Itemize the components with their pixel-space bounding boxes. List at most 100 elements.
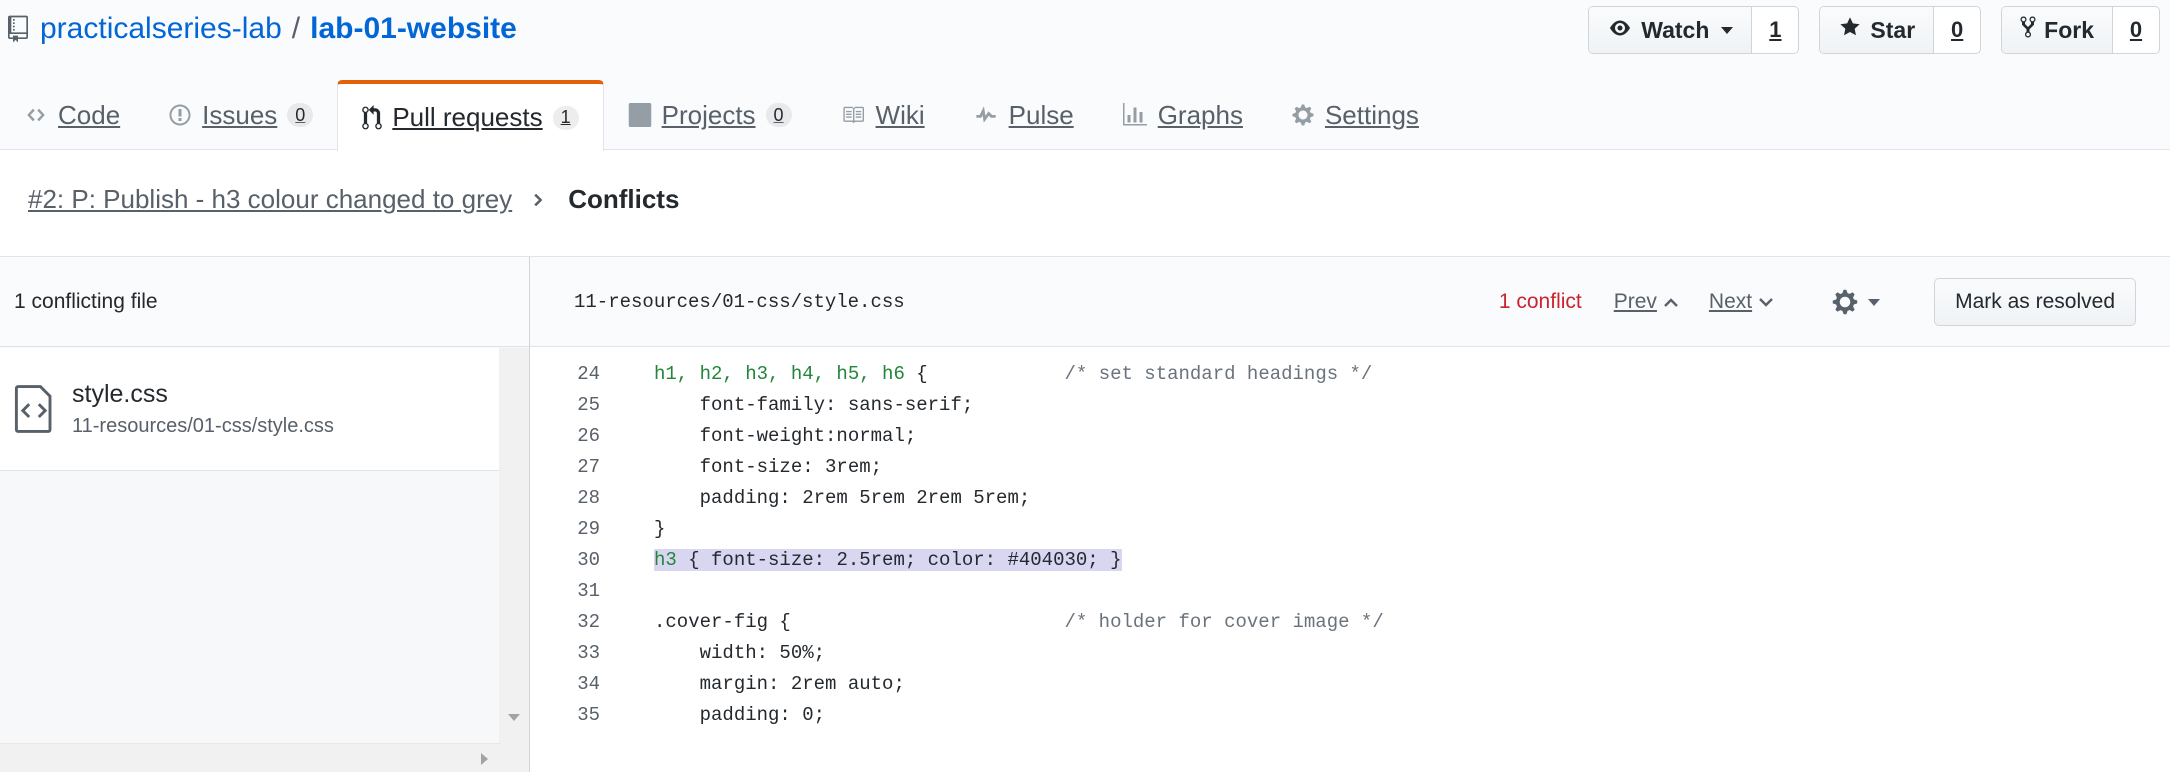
eye-icon <box>1607 17 1633 44</box>
repo-icon <box>8 14 30 44</box>
issue-icon <box>169 104 191 126</box>
code-selector: h1, h2, h3, h4, h5, h6 <box>654 362 905 385</box>
mark-as-resolved-button[interactable]: Mark as resolved <box>1934 278 2136 326</box>
code-line: 25 font-family: sans-serif; <box>530 389 2170 420</box>
code-token: padding: 2rem 5rem 2rem 5rem; <box>654 486 1031 509</box>
code-token: width: 50%; <box>654 641 826 664</box>
tab-label: Pull requests <box>392 102 543 132</box>
tab-settings[interactable]: Settings <box>1267 80 1443 150</box>
pull-request-link[interactable]: #2: P: Publish - h3 colour changed to gr… <box>28 184 512 215</box>
code-text: padding: 0; <box>600 704 825 726</box>
fork-icon <box>2020 15 2036 45</box>
repo-separator: / <box>291 12 301 45</box>
line-number: 29 <box>577 517 600 540</box>
chevron-down-icon <box>1868 298 1881 306</box>
conflicting-files-count: 1 conflicting file <box>0 257 529 347</box>
code-token: font-weight:normal; <box>654 424 917 447</box>
code-text: h3 { font-size: 2.5rem; color: #404030; … <box>600 548 1122 571</box>
conflict-resolver: 1 conflicting file style.css 11-resource… <box>0 256 2170 772</box>
star-button[interactable]: Star <box>1820 7 1935 53</box>
code-line: 27 font-size: 3rem; <box>530 451 2170 482</box>
code-comment: /* holder for cover image */ <box>1064 610 1384 633</box>
code-text: font-family: sans-serif; <box>600 393 974 416</box>
code-text: margin: 2rem auto; <box>600 673 905 695</box>
tab-label: Graphs <box>1157 99 1243 130</box>
repo-name-link[interactable]: lab-01-website <box>310 12 517 46</box>
fork-count[interactable]: 0 <box>2113 7 2159 53</box>
tab-pulse[interactable]: Pulse <box>949 80 1098 150</box>
code-line: 33 width: 50%; <box>530 637 2170 668</box>
code-token: { font-size: 2.5rem; color: #404030; } <box>676 548 1122 571</box>
tab-label: Projects <box>661 99 756 130</box>
code-text: font-weight:normal; <box>600 424 917 447</box>
code-line: 24 h1, h2, h3, h4, h5, h6 { /* set standa… <box>530 358 2170 389</box>
chevron-down-icon <box>1721 26 1734 34</box>
code-line: 29} <box>530 513 2170 544</box>
scroll-down-arrow-icon[interactable] <box>508 714 520 721</box>
issues-counter: 0 <box>287 103 314 127</box>
tab-pull-requests[interactable]: Pull requests 1 <box>337 80 604 151</box>
line-number: 34 <box>577 672 600 695</box>
line-number: 28 <box>577 486 600 509</box>
line-number: 27 <box>577 455 600 478</box>
repo-header: practicalseries-lab / lab-01-website Wat… <box>0 0 2170 151</box>
code-text: width: 50%; <box>600 642 825 664</box>
conflict-file-item[interactable]: style.css 11-resources/01-css/style.css <box>0 348 500 471</box>
tab-wiki[interactable]: Wiki <box>816 80 949 150</box>
watch-group: Watch 1 <box>1588 6 1800 54</box>
prev-conflict-button[interactable]: Prev <box>1614 290 1679 314</box>
code-line: 28 padding: 2rem 5rem 2rem 5rem; <box>530 482 2170 513</box>
code-selector: h3 <box>654 548 677 571</box>
chevron-down-icon <box>1759 298 1773 307</box>
code-token: .cover-fig { <box>654 610 1065 633</box>
breadcrumb: #2: P: Publish - h3 colour changed to gr… <box>28 184 679 215</box>
repo-actions: Watch 1 Star 0 Fork 0 <box>1588 6 2160 54</box>
code-comment: /* set standard headings */ <box>1064 362 1373 385</box>
tab-issues[interactable]: Issues 0 <box>144 80 337 150</box>
code-token: padding: 0; <box>654 703 826 726</box>
code-view[interactable]: 24 h1, h2, h3, h4, h5, h6 { /* set standa… <box>530 358 2170 730</box>
sidebar-vertical-scrollbar[interactable] <box>499 348 529 772</box>
next-conflict-button[interactable]: Next <box>1709 290 1774 314</box>
watch-button[interactable]: Watch <box>1589 7 1753 53</box>
code-token: font-family: sans-serif; <box>654 393 974 416</box>
line-number: 26 <box>577 424 600 447</box>
sidebar-horizontal-scrollbar[interactable] <box>0 743 500 772</box>
project-icon <box>628 103 651 127</box>
tab-code[interactable]: Code <box>0 80 144 150</box>
watch-count[interactable]: 1 <box>1752 7 1798 53</box>
tab-label: Pulse <box>1008 99 1074 130</box>
fork-button[interactable]: Fork <box>2002 7 2113 53</box>
repo-owner-link[interactable]: practicalseries-lab <box>40 12 282 46</box>
fork-group: Fork 0 <box>2001 6 2160 54</box>
conflict-count: 1 conflict <box>1498 290 1582 313</box>
editor-tools: 1 conflict Prev Next Mark as resolved <box>1499 257 2136 347</box>
star-label: Star <box>1870 16 1916 43</box>
fork-label: Fork <box>2044 16 2094 43</box>
line-number: 33 <box>577 641 600 664</box>
scroll-right-arrow-icon[interactable] <box>481 753 488 765</box>
line-number: 25 <box>577 393 600 416</box>
conflict-file-path: 11-resources/01-css/style.css <box>72 415 334 437</box>
chevron-right-icon <box>532 190 544 210</box>
editor-settings-button[interactable] <box>1832 288 1881 316</box>
code-text: .cover-fig { /* holder for cover image *… <box>600 611 1384 633</box>
projects-counter: 0 <box>765 103 792 127</box>
current-page-title: Conflicts <box>568 184 680 214</box>
repo-nav-tabs: Code Issues 0 Pull requests 1 Projects 0… <box>0 80 1443 151</box>
code-line: 26 font-weight:normal; <box>530 420 2170 451</box>
repo-title: practicalseries-lab / lab-01-website <box>8 8 517 50</box>
line-number: 35 <box>577 703 600 726</box>
tab-graphs[interactable]: Graphs <box>1098 80 1267 150</box>
star-count[interactable]: 0 <box>1934 7 1980 53</box>
conflict-file-list: style.css 11-resources/01-css/style.css <box>0 348 500 772</box>
tab-projects[interactable]: Projects 0 <box>604 80 816 150</box>
tab-label: Settings <box>1324 99 1419 130</box>
watch-label: Watch <box>1641 16 1710 43</box>
editor-toolbar: 11-resources/01-css/style.css 1 conflict… <box>530 257 2170 347</box>
code-text: } <box>600 518 665 540</box>
tab-label: Wiki <box>875 99 925 130</box>
editor-file-path: 11-resources/01-css/style.css <box>574 291 905 313</box>
chevron-up-icon <box>1664 298 1678 307</box>
code-line: 35 padding: 0; <box>530 699 2170 730</box>
